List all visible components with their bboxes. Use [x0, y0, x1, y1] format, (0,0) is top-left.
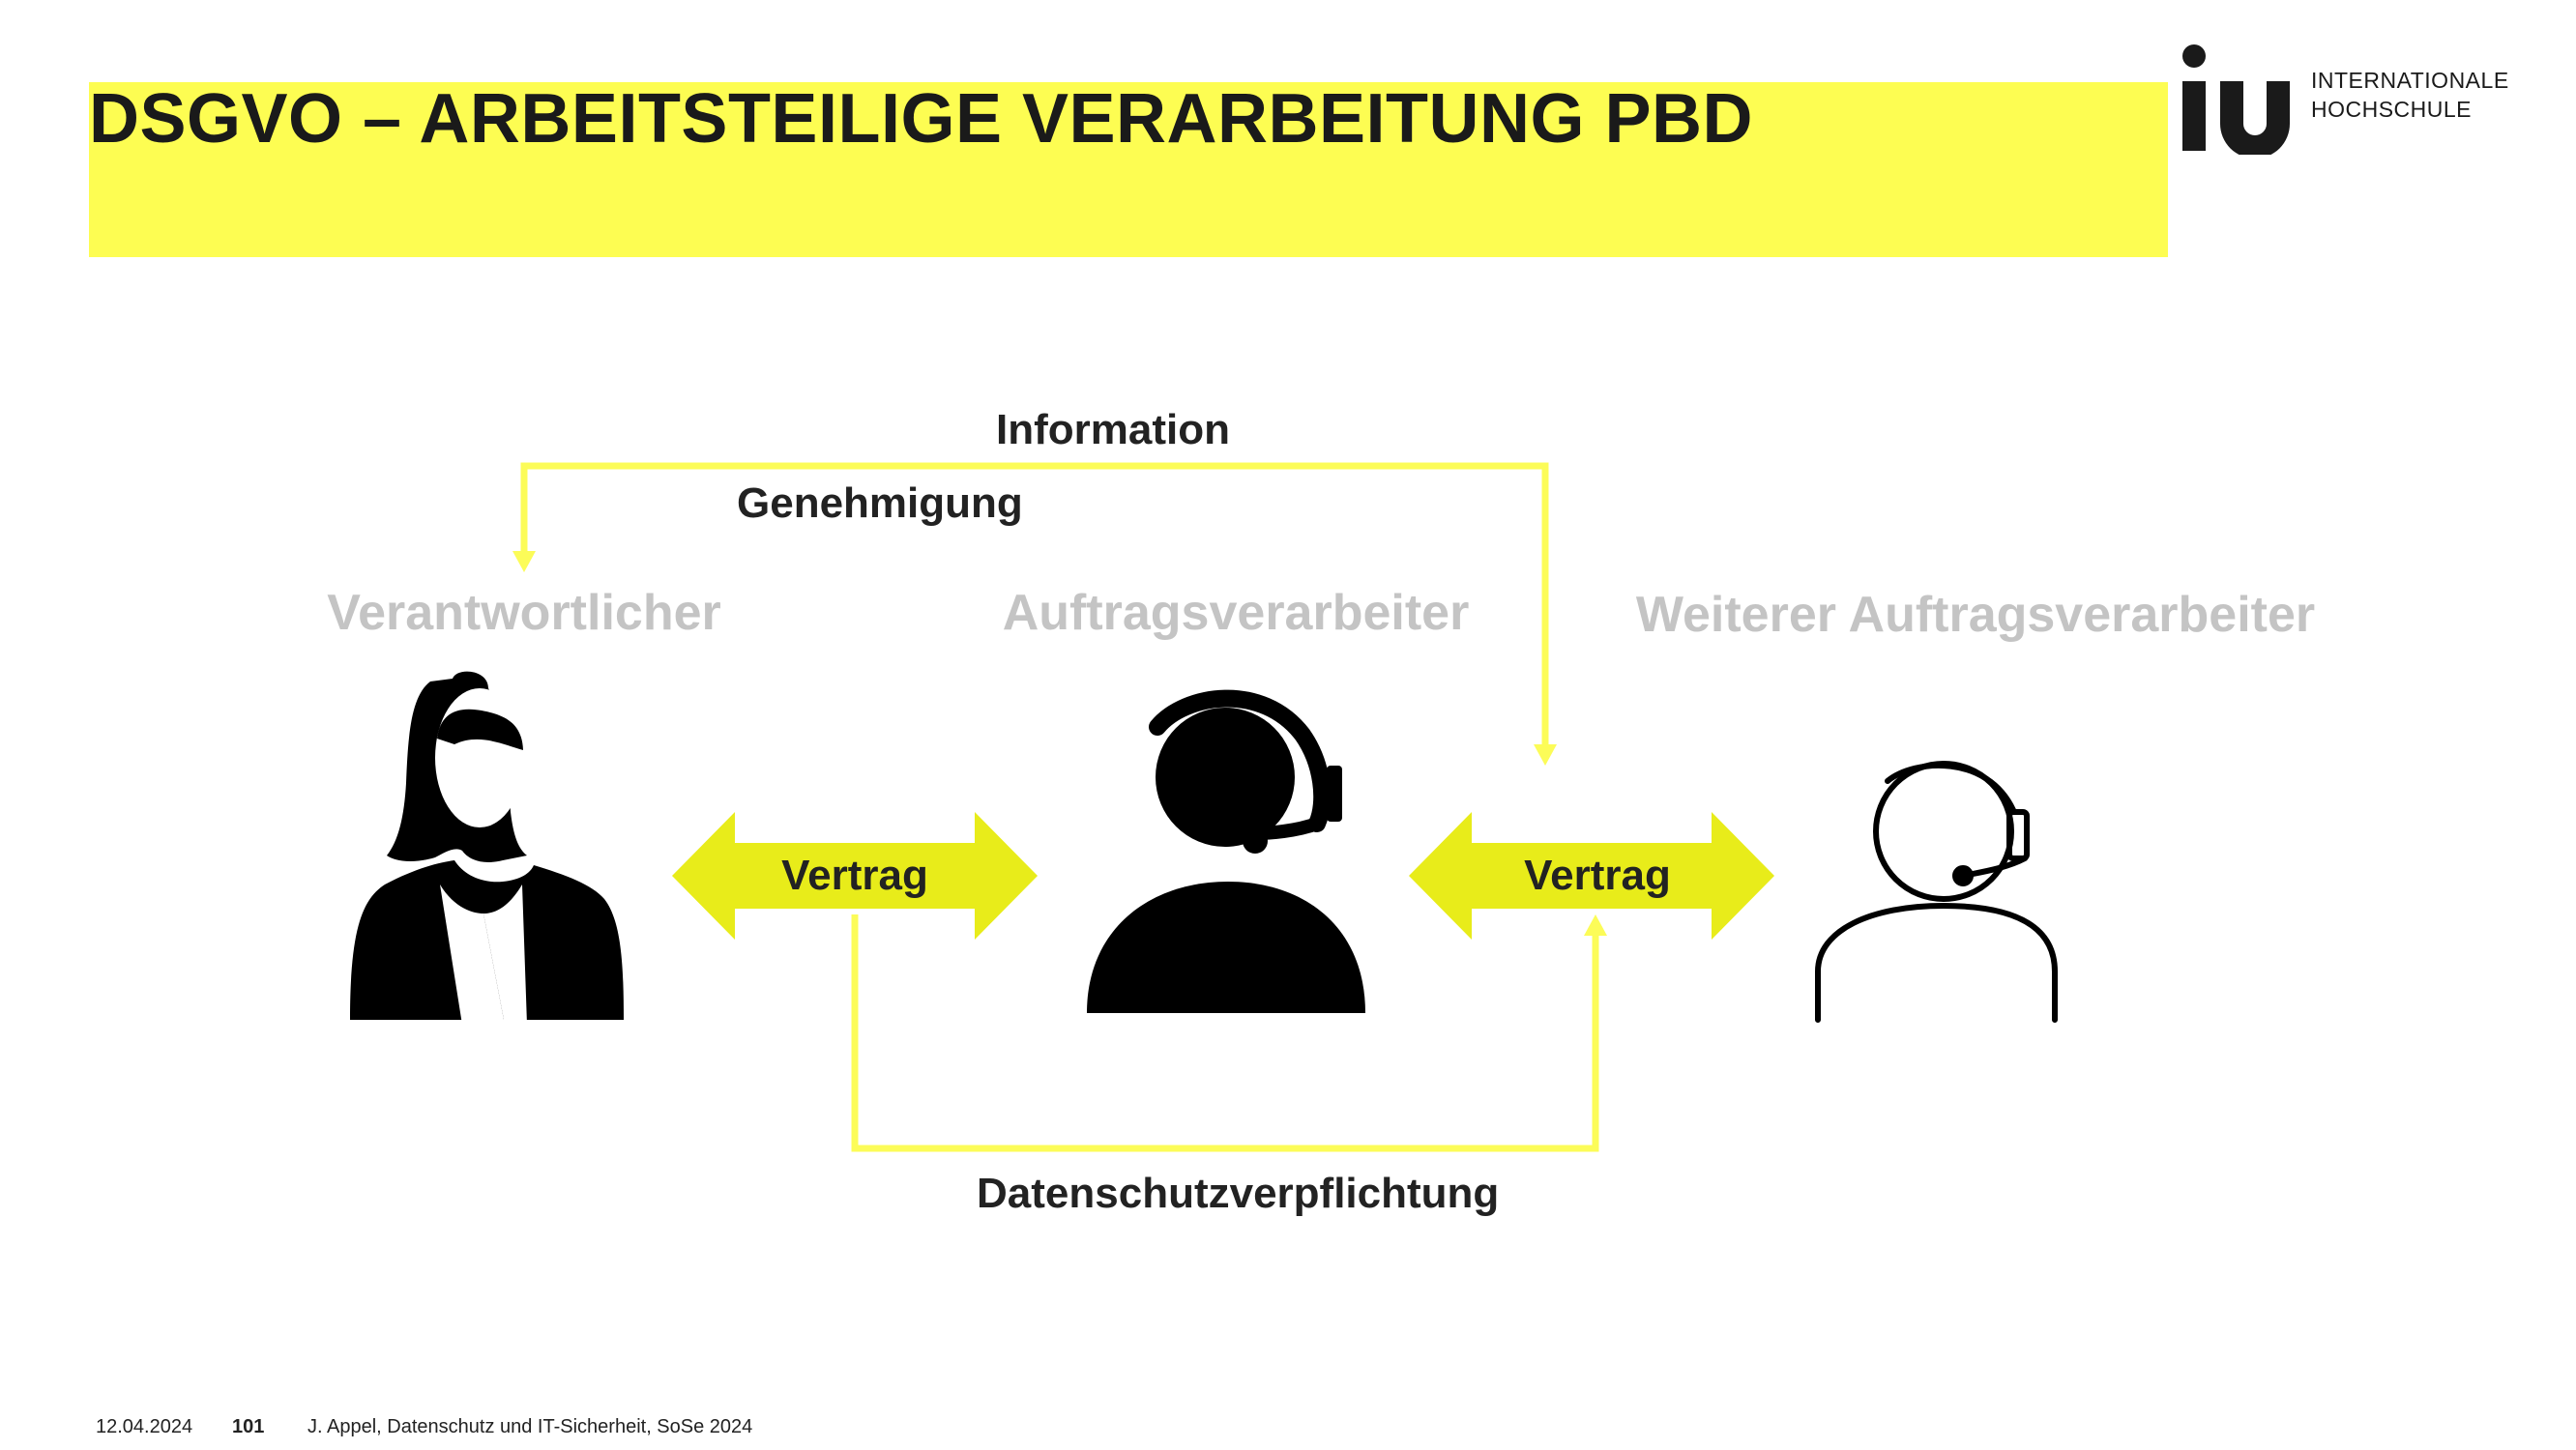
headset-agent-icon	[1087, 689, 1365, 1013]
information-label: Information	[996, 406, 1230, 453]
diagram-canvas	[350, 462, 2058, 1152]
woman-person-icon	[350, 671, 624, 1025]
footer-source: J. Appel, Datenschutz und IT-Sicherheit,…	[307, 1416, 753, 1437]
contract-label-1: Vertrag	[781, 852, 928, 899]
role-label-auftragsverarbeiter: Auftragsverarbeiter	[1002, 585, 1470, 641]
role-label-weiterer-auftragsverarbeiter: Weiterer Auftragsverarbeiter	[1635, 587, 2316, 643]
contract-label-2: Vertrag	[1524, 852, 1671, 899]
footer-date: 12.04.2024	[96, 1416, 193, 1437]
headset-agent-outline-icon	[1815, 761, 2058, 1023]
footer-page-number: 101	[232, 1416, 265, 1437]
genehmigung-label: Genehmigung	[737, 479, 1023, 527]
role-label-verantwortlicher: Verantwortlicher	[327, 585, 721, 641]
datenschutzverpflichtung-label: Datenschutzverpflichtung	[977, 1170, 1500, 1217]
